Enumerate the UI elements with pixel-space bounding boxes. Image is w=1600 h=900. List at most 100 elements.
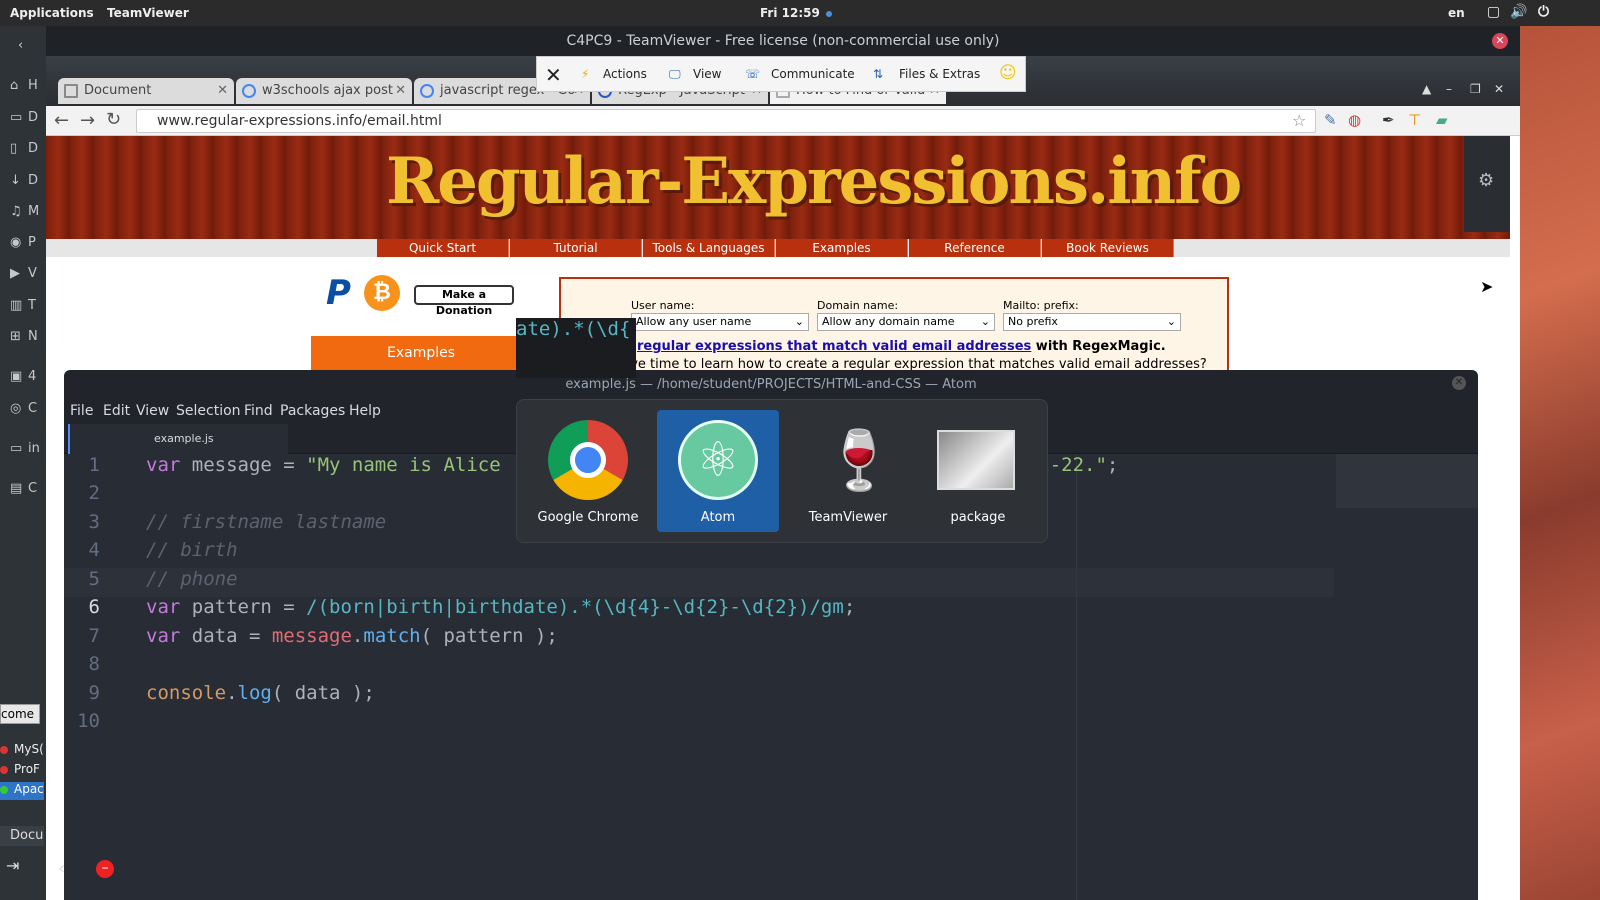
- volume-icon[interactable]: 🔊: [1510, 5, 1527, 20]
- code-line-7: var data = message.match( pattern );: [146, 625, 558, 647]
- status-dot-icon: [0, 766, 8, 774]
- communicate-menu[interactable]: Communicate: [771, 67, 855, 81]
- menu-help[interactable]: Help: [349, 403, 381, 419]
- actions-menu[interactable]: Actions: [603, 67, 647, 81]
- site-title[interactable]: Regular-Expressions.info: [386, 144, 1242, 219]
- nav-tutorial[interactable]: Tutorial: [510, 239, 642, 257]
- minimize-icon[interactable]: –: [1446, 82, 1452, 96]
- user-icon[interactable]: ▲: [1422, 82, 1431, 96]
- regexmagic-link[interactable]: regular expressions that match valid ema…: [637, 339, 1031, 354]
- service-item[interactable]: ProF: [0, 762, 44, 780]
- eyedropper-icon[interactable]: ✎: [1324, 111, 1337, 129]
- nav-examples[interactable]: Examples: [776, 239, 908, 257]
- sidebar-item-label: N: [28, 329, 38, 344]
- sidebar-item-pictures[interactable]: ◉ P: [10, 235, 46, 255]
- clock[interactable]: Fri 12:59: [760, 6, 832, 20]
- power-icon[interactable]: ⏻: [1536, 5, 1551, 20]
- user-name-select[interactable]: Allow any user name ⌄: [631, 313, 809, 331]
- tab-example-js[interactable]: example.js: [68, 424, 288, 454]
- examples-button[interactable]: Examples: [311, 336, 531, 371]
- smiley-icon[interactable]: ☺: [999, 63, 1017, 83]
- menu-file[interactable]: File: [70, 403, 93, 419]
- mailto-select[interactable]: No prefix ⌄: [1003, 313, 1181, 331]
- back-arrow-icon[interactable]: ←: [54, 110, 69, 131]
- menu-selection[interactable]: Selection: [176, 403, 241, 419]
- ruler-icon[interactable]: ⊤: [1408, 111, 1421, 129]
- menu-edit[interactable]: Edit: [103, 403, 130, 419]
- view-menu[interactable]: View: [693, 67, 721, 81]
- service-item-selected[interactable]: Apac: [0, 782, 44, 800]
- sidebar-item-documents[interactable]: ▯ D: [10, 141, 46, 161]
- paypal-icon[interactable]: P: [326, 275, 356, 311]
- sidebar-item-downloads[interactable]: ↓ D: [10, 173, 46, 193]
- extension-icon[interactable]: ▰: [1436, 111, 1448, 129]
- window-icon[interactable]: ▢: [1486, 5, 1501, 20]
- close-icon[interactable]: ✕: [395, 78, 406, 104]
- service-item[interactable]: MyS(: [0, 742, 44, 760]
- browser-tab[interactable]: Document ✕: [58, 78, 234, 104]
- switcher-app-package[interactable]: package: [917, 410, 1039, 532]
- donation-button[interactable]: Make a Donation: [414, 285, 514, 317]
- sidebar-item-folder[interactable]: ▭ in: [10, 441, 46, 461]
- document-icon: ▯: [10, 141, 18, 156]
- forward-arrow-icon[interactable]: →: [80, 110, 95, 131]
- login-arrow-icon[interactable]: ⇥: [6, 856, 19, 875]
- close-icon[interactable]: ✕: [217, 78, 228, 104]
- switcher-app-atom[interactable]: ⚛ Atom: [657, 410, 779, 532]
- browser-tab[interactable]: w3schools ajax post ✕: [236, 78, 412, 104]
- gnome-top-bar: Applications TeamViewer Fri 12:59 en ▢ 🔊…: [0, 0, 1600, 26]
- document-taskbar-item[interactable]: Docu: [0, 826, 44, 846]
- welcome-tab[interactable]: come: [0, 704, 40, 724]
- stop-icon[interactable]: –: [96, 860, 114, 878]
- domain-name-select[interactable]: Allow any domain name ⌄: [817, 313, 995, 331]
- close-icon[interactable]: ✕: [1494, 82, 1504, 96]
- line-number: 3: [88, 511, 100, 533]
- applications-menu[interactable]: Applications: [10, 6, 94, 20]
- nav-tools[interactable]: Tools & Languages: [643, 239, 775, 257]
- active-app-name[interactable]: TeamViewer: [107, 6, 189, 20]
- bitcoin-icon[interactable]: ₿: [364, 275, 400, 311]
- restore-icon[interactable]: ❐: [1470, 82, 1481, 96]
- nav-reference[interactable]: Reference: [909, 239, 1041, 257]
- sidebar-item-label: C: [28, 401, 38, 416]
- chevron-left-icon[interactable]: ‹: [58, 858, 65, 879]
- code-zoom-popup: ate).*(\d{: [516, 318, 636, 378]
- files-extras-menu[interactable]: Files & Extras: [899, 67, 980, 81]
- nav-book-reviews[interactable]: Book Reviews: [1042, 239, 1174, 257]
- sidebar-item-videos[interactable]: ▶ V: [10, 266, 46, 286]
- google-icon: [242, 84, 256, 98]
- sidebar-item-computer[interactable]: ◎ C: [10, 401, 46, 421]
- switcher-app-teamviewer[interactable]: 🍷 TeamViewer: [787, 410, 909, 532]
- reload-icon[interactable]: ↻: [106, 109, 121, 130]
- gear-icon[interactable]: ⚙: [1478, 170, 1494, 191]
- regexmagic-box: User name: Domain name: Mailto: prefix: …: [559, 277, 1229, 372]
- sidebar-item-connect[interactable]: ▤ C: [10, 481, 46, 501]
- address-bar[interactable]: www.regular-expressions.info/email.html: [136, 109, 1316, 133]
- sidebar-item-music[interactable]: ♫ M: [10, 204, 46, 224]
- sidebar-item-trash[interactable]: ▥ T: [10, 298, 46, 318]
- close-icon[interactable]: ✕: [1452, 376, 1466, 390]
- close-icon[interactable]: ✕: [545, 63, 562, 87]
- minimap[interactable]: [1336, 454, 1478, 508]
- pen-icon[interactable]: ✒: [1382, 111, 1395, 129]
- bookmark-star-icon[interactable]: ☆: [1292, 111, 1306, 130]
- switcher-app-chrome[interactable]: Google Chrome: [527, 410, 649, 532]
- status-dot-icon: [0, 786, 8, 794]
- menu-packages[interactable]: Packages: [280, 403, 345, 419]
- sidebar-item-drive[interactable]: ▣ 4: [10, 369, 46, 389]
- code-line-4: // birth: [146, 539, 238, 561]
- menu-find[interactable]: Find: [244, 403, 273, 419]
- sidebar-item-desktop[interactable]: ▭ D: [10, 110, 46, 130]
- package-icon: [937, 430, 1015, 490]
- sidebar-item-home[interactable]: ⌂ H: [10, 78, 46, 98]
- atom-title: example.js — /home/student/PROJECTS/HTML…: [565, 377, 977, 392]
- color-wheel-icon[interactable]: ◍: [1348, 111, 1361, 129]
- menu-view[interactable]: View: [136, 403, 169, 419]
- language-indicator[interactable]: en: [1448, 6, 1465, 20]
- close-icon[interactable]: ✕: [1492, 33, 1508, 49]
- tab-label: Document: [84, 83, 152, 98]
- sidebar-item-label: D: [28, 141, 39, 156]
- sidebar-item-network[interactable]: ⊞ N: [10, 329, 46, 349]
- nav-quick-start[interactable]: Quick Start: [377, 239, 509, 257]
- service-label: ProF: [14, 762, 40, 776]
